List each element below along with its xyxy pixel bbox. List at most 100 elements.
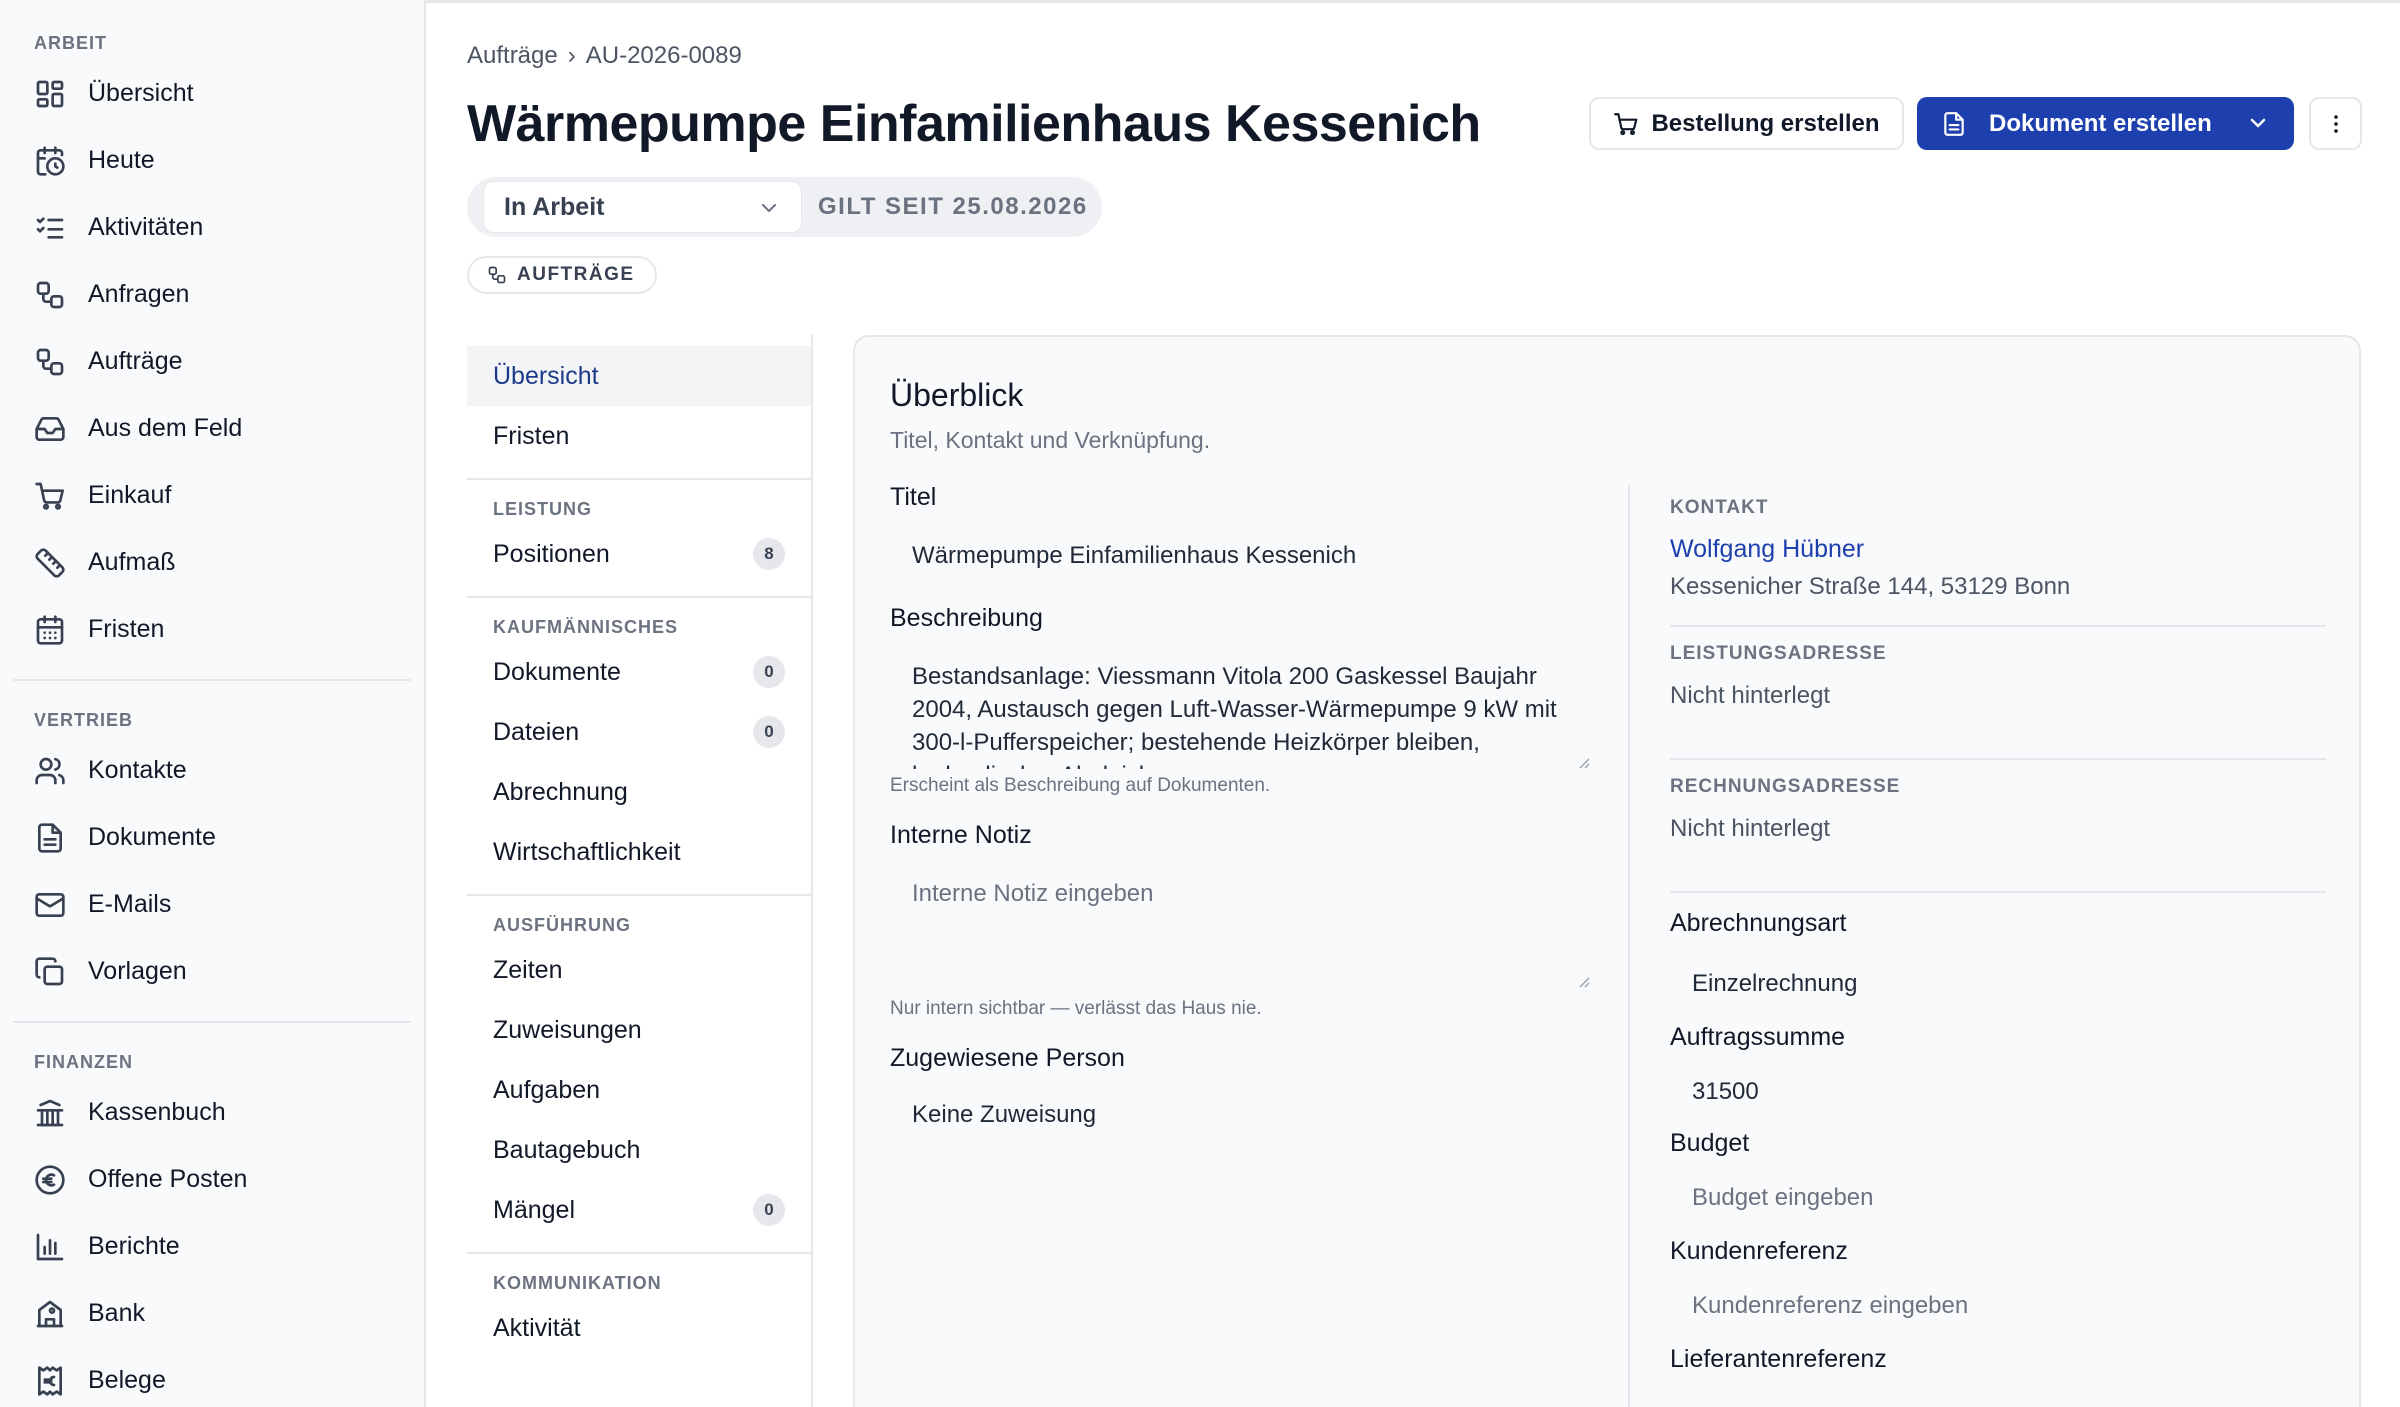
count-badge: 0 [753,1194,785,1226]
description-textarea[interactable]: Bestandsanlage: Viessmann Vitola 200 Gas… [890,660,1590,769]
sidebar-item-label: Vorlagen [88,957,187,985]
budget-label: Budget [1670,1129,1750,1157]
sidebar-item-label: Anfragen [88,280,190,308]
column-divider [1628,485,1630,1407]
resize-handle-icon[interactable] [1576,974,1590,988]
status-select[interactable]: In Arbeit [483,181,802,233]
sidebar-item[interactable]: Anfragen [13,261,411,328]
sidebar-item[interactable]: Dokumente [13,804,411,871]
section-nav-item[interactable]: Mängel 0 [467,1180,811,1240]
list-checks-icon [34,212,66,244]
euro-circle-icon [34,1164,66,1196]
sidebar-item[interactable]: Aus dem Feld [13,395,411,462]
section-nav-item-label: Bautagebuch [493,1135,641,1164]
customer-ref-input[interactable]: Kundenreferenz eingeben [1670,1289,2326,1323]
section-nav-item[interactable]: Aufgaben [467,1060,811,1120]
section-nav-group-label: LEISTUNG [493,499,593,519]
customer-ref-label: Kundenreferenz [1670,1237,1848,1265]
section-nav-item[interactable]: Zuweisungen [467,1000,811,1060]
sidebar-item[interactable]: Fristen [13,596,411,663]
section-nav-item[interactable]: Aktivität [467,1298,811,1358]
more-vertical-icon [2333,114,2338,133]
breadcrumb-parent-link[interactable]: Aufträge [467,42,558,70]
ruler-icon [34,547,66,579]
note-field-label: Interne Notiz [890,821,1032,849]
section-nav-item[interactable]: Bautagebuch [467,1120,811,1180]
sidebar-item[interactable]: Einkauf [13,462,411,529]
module-tag[interactable]: AUFTRÄGE [467,256,657,294]
section-nav-item[interactable]: Positionen 8 [467,524,811,584]
assignee-field-label: Zugewiesene Person [890,1044,1125,1072]
dashboard-icon [34,78,66,110]
calendar-clock-icon [34,145,66,177]
section-nav-item[interactable]: Abrechnung [467,762,811,822]
description-field-label: Beschreibung [890,604,1043,632]
document-icon [1944,111,1964,136]
sidebar-item[interactable]: Übersicht [13,60,411,127]
section-nav-item-label: Zeiten [493,955,563,984]
sidebar-item-label: Übersicht [88,79,194,107]
section-nav-item[interactable]: Dokumente 0 [467,642,811,702]
sidebar-item-label: Offene Posten [88,1165,248,1193]
sidebar-item[interactable]: E-Mails [13,871,411,938]
calendar-icon [34,614,66,646]
sidebar-item[interactable]: Bank [13,1280,411,1347]
sidebar-item-label: Kontakte [88,756,187,784]
sidebar-item-label: Aus dem Feld [88,414,243,442]
sidebar-item[interactable]: Kontakte [13,737,411,804]
title-field[interactable]: Wärmepumpe Einfamilienhaus Kessenich [890,539,1590,573]
contact-name-link[interactable]: Wolfgang Hübner [1670,535,2326,564]
order-sum-input[interactable]: 31500 [1670,1075,2326,1109]
section-nav-item-label: Zuweisungen [493,1015,642,1044]
sidebar-item[interactable]: Heute [13,127,411,194]
sidebar-item-label: Einkauf [88,481,172,509]
sidebar-item-label: Bank [88,1299,145,1327]
sidebar-item[interactable]: Aktivitäten [13,194,411,261]
budget-input[interactable]: Budget eingeben [1670,1181,2326,1215]
section-nav-item[interactable]: Zeiten [467,940,811,1000]
section-nav-item-label: Aktivität [493,1313,581,1342]
more-options-button[interactable] [2309,97,2362,150]
section-nav-item[interactable]: Dateien 0 [467,702,811,762]
order-sum-label: Auftragssumme [1670,1023,1846,1051]
section-nav-item[interactable]: Wirtschaftlichkeit [467,822,811,882]
breadcrumb: Aufträge › AU-2026-0089 [467,42,742,70]
resize-handle-icon[interactable] [1576,755,1590,769]
create-order-label: Bestellung erstellen [1651,109,1880,137]
sidebar-item[interactable]: Berichte [13,1213,411,1280]
inbox-icon [34,413,66,445]
count-badge: 0 [753,716,785,748]
bank-building-icon [34,1298,66,1330]
chevron-down-icon[interactable] [2246,111,2270,135]
sidebar-item[interactable]: Kassenbuch [13,1079,411,1146]
sidebar-item-label: Aktivitäten [88,213,204,241]
details-panel: KONTAKT Wolfgang Hübner Kessenicher Stra… [1670,497,2326,1381]
sidebar-item[interactable]: Belege [13,1347,411,1407]
billing-address-value[interactable]: Nicht hinterlegt [1670,815,2326,843]
section-nav-item[interactable]: Übersicht [467,346,811,406]
sidebar-item-label: Aufmaß [88,548,176,576]
section-nav: Übersicht Fristen LEISTUNG Positionen 8 KAUFM… [467,334,813,1407]
section-nav-item[interactable]: Fristen [467,406,811,466]
sidebar-item-label: Belege [88,1366,166,1394]
billing-address-label: RECHNUNGSADRESSE [1670,776,1901,797]
note-textarea[interactable]: Interne Notiz eingeben [890,877,1590,988]
breadcrumb-current: AU-2026-0089 [585,42,742,69]
sidebar-divider [13,679,411,681]
overview-card: Überblick Titel, Kontakt und Verknüpfung… [853,335,2361,1407]
sidebar-item-label: Dokumente [88,823,216,851]
sidebar-item-label: Berichte [88,1232,180,1260]
section-nav-item-label: Positionen [493,539,610,568]
section-nav-divider [467,596,811,598]
section-nav-item-label: Dokumente [493,657,621,686]
sidebar-item[interactable]: Offene Posten [13,1146,411,1213]
billing-type-select[interactable]: Einzelrechnung [1670,967,2326,1001]
create-order-button[interactable]: Bestellung erstellen [1589,97,1904,150]
sidebar-item[interactable]: Aufträge [13,328,411,395]
service-address-value[interactable]: Nicht hinterlegt [1670,682,2326,710]
sidebar-item[interactable]: Aufmaß [13,529,411,596]
sidebar-item[interactable]: Vorlagen [13,938,411,1005]
assignee-select[interactable]: Keine Zuweisung [890,1098,1590,1132]
workflow-icon [488,266,506,284]
create-document-button[interactable]: Dokument erstellen [1917,97,2294,150]
